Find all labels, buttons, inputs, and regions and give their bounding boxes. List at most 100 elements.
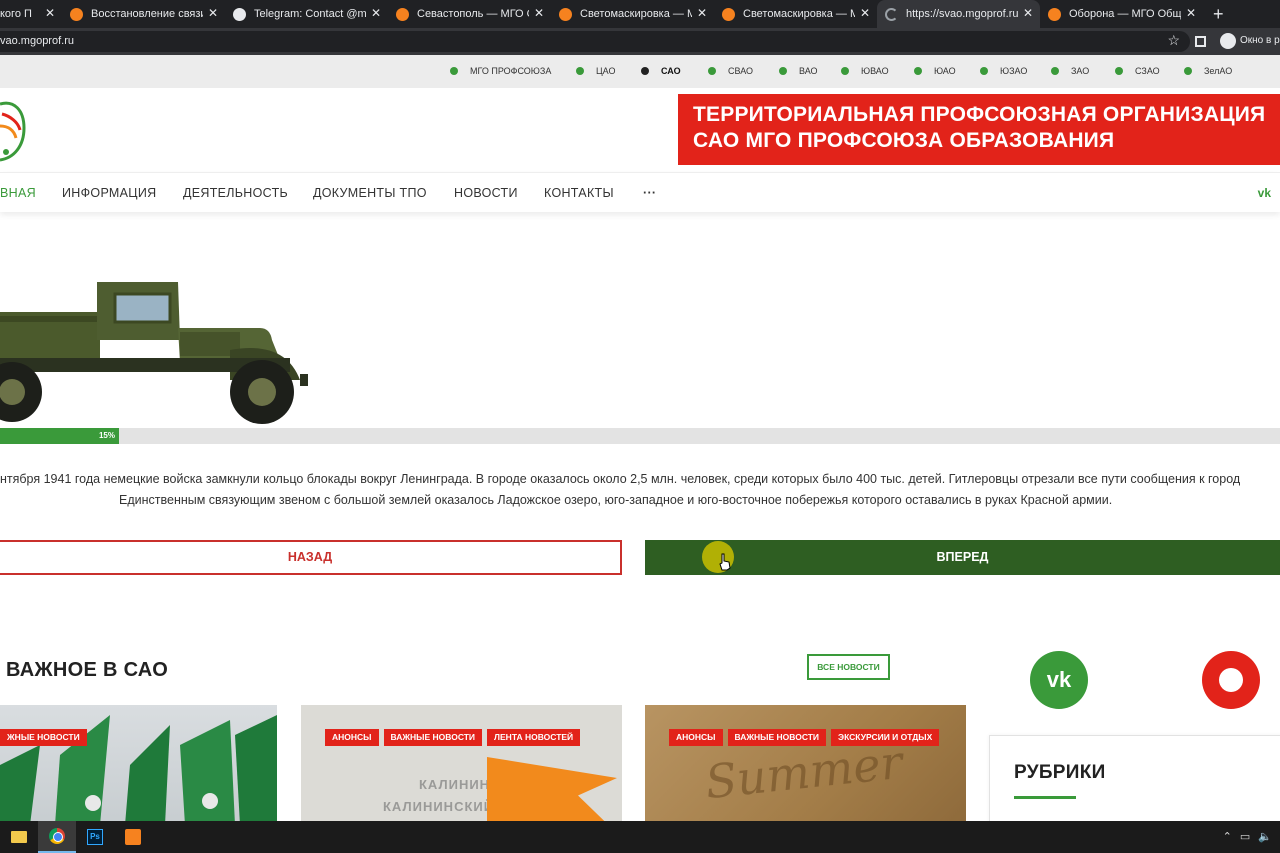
- vk-icon[interactable]: vk: [1258, 186, 1271, 200]
- nav-docs[interactable]: ДОКУМЕНТЫ ТПО: [313, 186, 427, 200]
- tab-title: Светомаскировка — МГ: [580, 8, 692, 20]
- region-label: СЗАО: [1135, 66, 1160, 76]
- taskbar-explorer[interactable]: [0, 821, 38, 853]
- taskbar-chrome[interactable]: [38, 821, 76, 853]
- network-icon[interactable]: ▭: [1240, 830, 1250, 843]
- nav-activity[interactable]: ДЕЯТЕЛЬНОСТЬ: [183, 186, 288, 200]
- pie-icon: [779, 67, 787, 75]
- region-label: ЗАО: [1071, 66, 1090, 76]
- record-button[interactable]: [1202, 651, 1260, 709]
- region-label: ЮВАО: [861, 66, 889, 76]
- back-button[interactable]: НАЗАД: [0, 540, 622, 575]
- close-tab-icon[interactable]: ✕: [860, 6, 870, 20]
- hand-cursor-icon: [719, 553, 731, 571]
- banner-line: САО МГО ПРОФСОЮЗА ОБРАЗОВАНИЯ: [693, 129, 1115, 152]
- title-underline: [1014, 796, 1076, 799]
- forward-button[interactable]: ВПЕРЕД: [645, 540, 1280, 575]
- vk-button[interactable]: vk: [1030, 651, 1088, 709]
- new-tab-icon[interactable]: +: [1213, 4, 1224, 25]
- pie-icon: [980, 67, 988, 75]
- incognito-icon[interactable]: [1220, 33, 1236, 49]
- browser-tab-bar: кого П ✕ Восстановление связи — ✕ Telegr…: [0, 0, 1280, 28]
- rubrics-widget: РУБРИКИ: [989, 735, 1280, 835]
- region-link[interactable]: ЮВАО: [841, 66, 889, 76]
- close-tab-icon[interactable]: ✕: [1023, 6, 1033, 20]
- region-link[interactable]: ВАО: [779, 66, 818, 76]
- tab-title: Telegram: Contact @mgop: [254, 8, 366, 20]
- tag[interactable]: ЭКСКУРСИИ И ОТДЫХ: [831, 729, 940, 746]
- tag[interactable]: ВАЖНЫЕ НОВОСТИ: [383, 729, 483, 746]
- browser-tab[interactable]: Оборона — МГО Общер ✕: [1040, 0, 1203, 28]
- news-card[interactable]: КАЛИНИН КАЛИНИНСКИЙ ФРОНТ АНОНСЫ ВАЖНЫЕ …: [301, 705, 622, 825]
- region-link[interactable]: ЦАО: [576, 66, 615, 76]
- pie-icon: [1115, 67, 1123, 75]
- close-tab-icon[interactable]: ✕: [534, 6, 544, 20]
- browser-tab[interactable]: Светомаскировка — МГ ✕: [551, 0, 714, 28]
- more-icon[interactable]: ···: [643, 186, 656, 200]
- chrome-icon: [49, 828, 65, 844]
- region-link[interactable]: ЮАО: [914, 66, 956, 76]
- site-icon: [1048, 7, 1061, 21]
- address-bar[interactable]: vao.mgoprof.ru: [0, 31, 1190, 52]
- tab-title: https://svao.mgoprof.ru: [906, 8, 1018, 20]
- news-card[interactable]: ЖНЫЕ НОВОСТИ: [0, 705, 277, 825]
- tab-title: Светомаскировка — МГ: [743, 8, 855, 20]
- nav-news[interactable]: НОВОСТИ: [454, 186, 518, 200]
- story-line: нтября 1941 года немецкие войска замкнул…: [0, 472, 1241, 486]
- news-card[interactable]: Summer АНОНСЫ ВАЖНЫЕ НОВОСТИ ЭКСКУРСИИ И…: [645, 705, 966, 825]
- app-icon: [125, 829, 141, 845]
- tab-title: Восстановление связи —: [91, 8, 203, 20]
- browser-tab-active[interactable]: https://svao.mgoprof.ru ✕: [877, 0, 1040, 28]
- story-line: Единственным связующим звеном с большой …: [119, 493, 1113, 507]
- region-link[interactable]: ЗелАО: [1184, 66, 1232, 76]
- close-tab-icon[interactable]: ✕: [371, 6, 381, 20]
- region-label: ЗелАО: [1204, 66, 1233, 76]
- region-link[interactable]: ЗАО: [1051, 66, 1089, 76]
- nav-home[interactable]: ВНАЯ: [0, 186, 36, 200]
- bookmark-star-icon[interactable]: ☆: [1167, 32, 1180, 49]
- tag[interactable]: ЛЕНТА НОВОСТЕЙ: [487, 729, 581, 746]
- browser-tab[interactable]: Восстановление связи — ✕: [62, 0, 225, 28]
- site-logo[interactable]: [0, 96, 28, 164]
- incognito-label: Окно в р: [1240, 35, 1280, 46]
- nav-info[interactable]: ИНФОРМАЦИЯ: [62, 186, 156, 200]
- chevron-up-icon[interactable]: ⌃: [1223, 830, 1232, 843]
- taskbar-photoshop[interactable]: Ps: [76, 821, 114, 853]
- close-tab-icon[interactable]: ✕: [45, 6, 55, 20]
- system-tray: ⌃ ▭ 🔈: [1223, 830, 1272, 843]
- site-icon: [559, 7, 572, 21]
- all-news-button[interactable]: ВСЕ НОВОСТИ: [807, 654, 890, 680]
- os-taskbar: Ps ⌃ ▭ 🔈: [0, 821, 1280, 853]
- tag[interactable]: АНОНСЫ: [325, 729, 379, 746]
- taskbar-app[interactable]: [114, 821, 152, 853]
- tag[interactable]: ЖНЫЕ НОВОСТИ: [0, 729, 87, 746]
- tag-list: АНОНСЫ ВАЖНЫЕ НОВОСТИ ЛЕНТА НОВОСТЕЙ: [325, 729, 581, 746]
- region-link[interactable]: ЮЗАО: [980, 66, 1027, 76]
- close-tab-icon[interactable]: ✕: [1186, 6, 1196, 20]
- tag[interactable]: ВАЖНЫЕ НОВОСТИ: [727, 729, 827, 746]
- nav-contacts[interactable]: КОНТАКТЫ: [544, 186, 614, 200]
- volume-icon[interactable]: 🔈: [1258, 830, 1272, 843]
- browser-tab[interactable]: Telegram: Contact @mgop ✕: [225, 0, 388, 28]
- region-link[interactable]: СЗАО: [1115, 66, 1160, 76]
- browser-tab[interactable]: кого П ✕: [0, 0, 62, 28]
- region-link-active[interactable]: САО: [641, 66, 681, 76]
- progress-label: 15%: [98, 431, 115, 440]
- region-label: СВАО: [728, 66, 754, 76]
- tag[interactable]: АНОНСЫ: [669, 729, 723, 746]
- region-link[interactable]: МГО ПРОФСОЮЗА: [450, 66, 551, 76]
- region-link[interactable]: СВАО: [708, 66, 753, 76]
- side-panel-icon[interactable]: [1195, 36, 1206, 47]
- close-tab-icon[interactable]: ✕: [208, 6, 218, 20]
- close-tab-icon[interactable]: ✕: [697, 6, 707, 20]
- region-label: ЮЗАО: [1000, 66, 1028, 76]
- truck-image: [0, 282, 308, 424]
- browser-tab[interactable]: Севастополь — МГО Об ✕: [388, 0, 551, 28]
- pie-icon: [1184, 67, 1192, 75]
- arrow-graphic: [487, 757, 617, 825]
- pie-icon: [641, 67, 649, 75]
- region-nav: МГО ПРОФСОЮЗА ЦАО САО СВАО ВАО ЮВАО ЮАО …: [0, 55, 1280, 88]
- browser-tab[interactable]: Светомаскировка — МГ ✕: [714, 0, 877, 28]
- story-progress-bar: 15%: [0, 428, 1280, 444]
- loading-icon: [885, 7, 898, 21]
